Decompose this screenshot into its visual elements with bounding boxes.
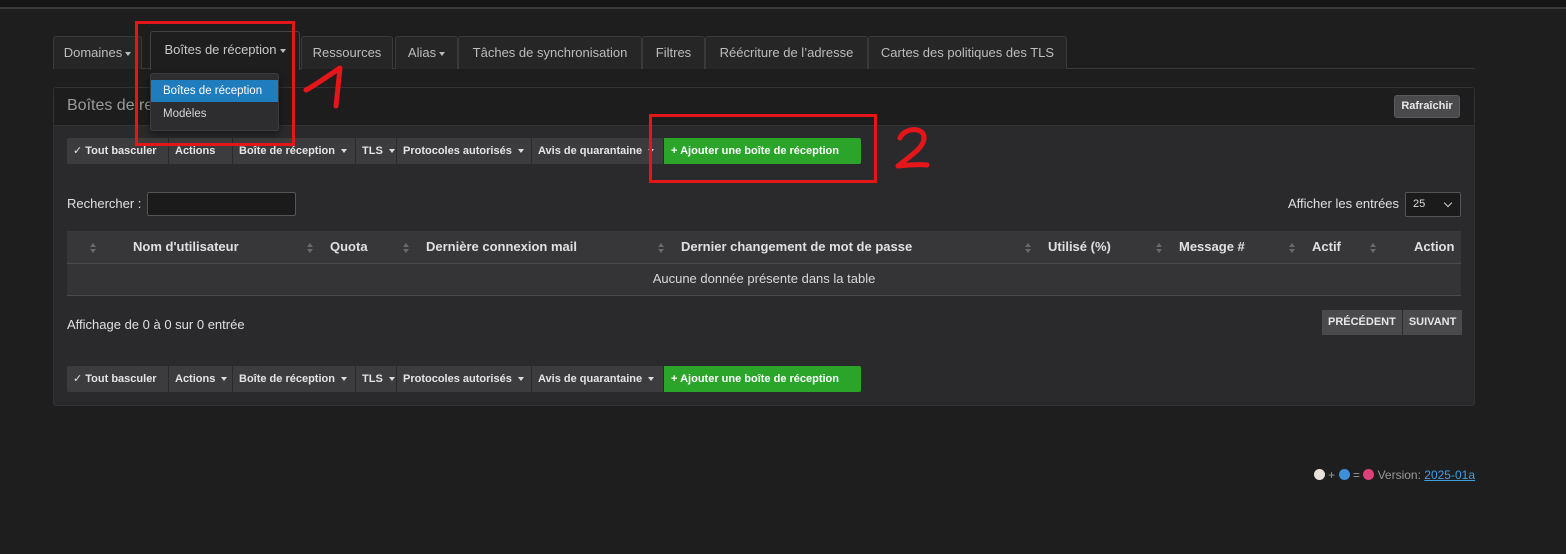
sort-icon[interactable] [307, 243, 313, 253]
col-action: Action [1414, 239, 1455, 254]
tab-label: Filtres [655, 45, 692, 60]
tab-label: Domaines [63, 45, 123, 60]
tab-sync[interactable]: Tâches de synchronisation [458, 36, 642, 69]
button-label: Tout basculer [85, 145, 157, 157]
plus-icon: + [671, 373, 678, 385]
hearts-icon [1363, 469, 1375, 480]
chevron-down-icon [439, 51, 446, 56]
check-icon: ✓ [73, 145, 83, 157]
add-mailbox-button[interactable]: + Ajouter une boîte de réception [664, 366, 861, 392]
chevron-down-icon [388, 149, 395, 154]
annotation-number-2 [895, 127, 930, 169]
cow-icon [1313, 469, 1325, 480]
quarantine-button[interactable]: Avis de quarantaine [532, 366, 664, 392]
toolbar-bottom: ✓ Tout basculer Actions Boîte de récepti… [67, 366, 861, 392]
top-bar [0, 0, 1566, 9]
tab-label: Alias [407, 45, 437, 60]
button-label: Avis de quarantaine [538, 373, 643, 385]
refresh-button[interactable]: Rafraîchir [1394, 95, 1460, 118]
chevron-down-icon [221, 377, 228, 382]
button-label: TLS [362, 373, 383, 385]
next-page-button[interactable]: SUIVANT [1402, 310, 1463, 335]
sort-icon[interactable] [90, 243, 96, 253]
button-label: Boîte de réception [239, 145, 335, 157]
tab-label: Ressources [312, 45, 382, 60]
button-label: Protocoles autorisés [403, 145, 512, 157]
tab-tls-policies[interactable]: Cartes des politiques des TLS [868, 36, 1067, 69]
equals-text: = [1352, 468, 1360, 482]
col-used[interactable]: Utilisé (%) [1048, 231, 1111, 264]
mailbox-button[interactable]: Boîte de réception [233, 366, 356, 392]
previous-page-button[interactable]: PRÉCÉDENT [1322, 310, 1403, 335]
search-label: Rechercher : [67, 196, 142, 211]
chevron-down-icon [1443, 198, 1453, 208]
tls-button[interactable]: TLS [356, 366, 397, 392]
pagination: PRÉCÉDENT SUIVANT [1322, 310, 1463, 335]
chevron-down-icon [517, 149, 524, 154]
button-label: Boîte de réception [239, 373, 335, 385]
chevron-down-icon [648, 377, 655, 382]
tab-label: Tâches de synchronisation [472, 45, 628, 60]
version-label: Version: [1377, 468, 1421, 482]
actions-button[interactable]: Actions [169, 366, 233, 392]
button-label: Tout basculer [85, 373, 157, 385]
table-empty-row: Aucune donnée présente dans la table [67, 264, 1461, 296]
search-input[interactable] [147, 192, 296, 216]
tab-label: Cartes des politiques des TLS [880, 45, 1055, 60]
protocols-button[interactable]: Protocoles autorisés [397, 138, 532, 164]
col-quota[interactable]: Quota [330, 231, 368, 264]
col-username[interactable]: Nom d'utilisateur [133, 231, 239, 264]
chevron-down-icon [517, 377, 524, 382]
annotation-box-1 [135, 21, 295, 146]
table-header: Nom d'utilisateur Quota Dernière connexi… [67, 231, 1461, 264]
show-entries-label: Afficher les entrées [1288, 196, 1400, 211]
button-label: Protocoles autorisés [403, 373, 512, 385]
quarantine-button[interactable]: Avis de quarantaine [532, 138, 664, 164]
whale-icon [1338, 469, 1350, 480]
sort-icon[interactable] [1025, 243, 1031, 253]
col-last-password-change[interactable]: Dernier changement de mot de passe [681, 231, 912, 264]
col-active[interactable]: Actif [1312, 231, 1341, 264]
plus-text: + [1328, 468, 1336, 482]
chevron-down-icon [125, 51, 132, 56]
check-icon: ✓ [73, 373, 83, 385]
tab-filtres[interactable]: Filtres [642, 36, 705, 69]
button-label: TLS [362, 145, 383, 157]
sort-icon[interactable] [403, 243, 409, 253]
chevron-down-icon [388, 377, 395, 382]
protocols-button[interactable]: Protocoles autorisés [397, 366, 532, 392]
col-last-login[interactable]: Dernière connexion mail [426, 231, 577, 264]
sort-icon[interactable] [1289, 243, 1295, 253]
tab-domaines[interactable]: Domaines [53, 36, 142, 69]
chevron-down-icon [341, 377, 348, 382]
button-label: Ajouter une boîte de réception [680, 373, 839, 385]
show-entries-select[interactable]: 25 [1405, 192, 1461, 217]
col-messages[interactable]: Message # [1179, 231, 1245, 264]
version-link[interactable]: 2025-01a [1424, 468, 1475, 482]
toggle-all-button[interactable]: ✓ Tout basculer [67, 366, 169, 392]
annotation-box-2 [649, 114, 877, 183]
button-label: Actions [175, 145, 216, 157]
sort-icon[interactable] [658, 243, 664, 253]
button-label: Actions [175, 373, 216, 385]
tls-button[interactable]: TLS [356, 138, 397, 164]
sort-icon[interactable] [1370, 243, 1376, 253]
sort-icon[interactable] [1156, 243, 1162, 253]
annotation-number-1 [303, 65, 343, 109]
button-label: Avis de quarantaine [538, 145, 643, 157]
select-value: 25 [1413, 198, 1426, 210]
tab-reecriture[interactable]: Réécriture de l’adresse [705, 36, 868, 69]
table-info: Affichage de 0 à 0 sur 0 entrée [67, 317, 245, 332]
tab-alias[interactable]: Alias [395, 36, 458, 69]
chevron-down-icon [341, 149, 348, 154]
footer-version: + = Version: 2025-01a [1313, 468, 1475, 482]
tab-label: Réécriture de l’adresse [719, 45, 854, 60]
